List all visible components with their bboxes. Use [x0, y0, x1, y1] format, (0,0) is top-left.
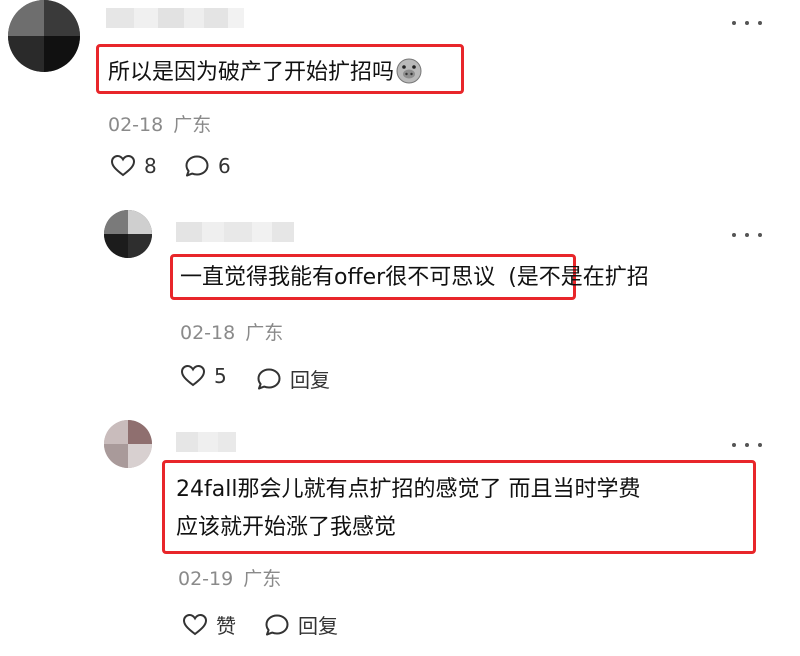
like-count: 5 [214, 364, 227, 388]
reply-label: 回复 [298, 614, 338, 638]
heart-icon [180, 364, 206, 387]
reply-button[interactable]: 6 [184, 154, 231, 178]
comment-text: 所以是因为破产了开始扩招吗 [108, 58, 422, 85]
reply-button[interactable]: 回复 [256, 364, 330, 393]
like-button[interactable]: 8 [110, 154, 157, 178]
speech-bubble-icon [185, 155, 209, 177]
heart-icon [182, 613, 208, 635]
pig-face-emoji-icon [396, 58, 422, 84]
comment-meta: 02-18 广东 [108, 110, 211, 137]
date: 02-18 [180, 322, 236, 344]
heart-icon [110, 154, 136, 177]
speech-bubble-icon [257, 368, 281, 389]
more-dots-icon[interactable] [732, 438, 762, 452]
like-count: 8 [144, 154, 157, 178]
avatar[interactable] [104, 210, 152, 258]
more-dots-icon[interactable] [732, 228, 762, 242]
date: 02-18 [108, 114, 164, 136]
username-blurred[interactable] [176, 432, 236, 452]
location: 广东 [173, 114, 212, 136]
comment-meta: 02-19 广东 [178, 564, 281, 591]
speech-bubble-icon [265, 614, 289, 635]
like-label: 赞 [216, 614, 236, 638]
avatar[interactable] [8, 0, 80, 72]
date: 02-19 [178, 568, 234, 590]
username-blurred[interactable] [106, 8, 244, 28]
like-button[interactable]: 5 [180, 364, 227, 388]
comment-text: 一直觉得我能有offer很不可思议 (是不是在扩招 [180, 265, 649, 290]
comment-text-line-1: 24fall那会儿就有点扩招的感觉了 而且当时学费 [176, 477, 641, 502]
more-dots-icon[interactable] [732, 16, 762, 30]
like-button[interactable]: 赞 [182, 610, 236, 639]
avatar[interactable] [104, 420, 152, 468]
username-blurred[interactable] [176, 222, 294, 242]
location: 广东 [243, 568, 282, 590]
reply-button[interactable]: 回复 [264, 610, 338, 639]
reply-count: 6 [218, 154, 231, 178]
reply-label: 回复 [290, 368, 330, 392]
comment-text-line-2: 应该就开始涨了我感觉 [176, 515, 397, 540]
comment-meta: 02-18 广东 [180, 318, 283, 345]
location: 广东 [245, 322, 284, 344]
